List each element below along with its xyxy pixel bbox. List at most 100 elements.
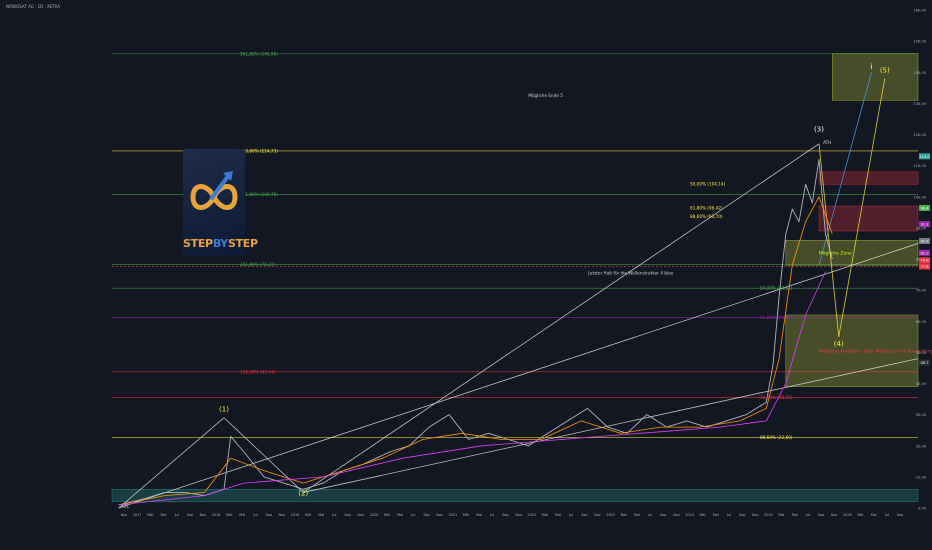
x-tick-29: Sep [502, 513, 508, 517]
y-tick-15: 150.00 [913, 40, 926, 44]
x-tick-46: Jul [726, 513, 731, 517]
x-tick-43: 2024 [685, 513, 694, 517]
x-tick-0: Nov [121, 513, 128, 517]
x-tick-36: Nov [594, 513, 601, 517]
price-tag-text-1: 96.4 [920, 206, 929, 210]
x-tick-3: Mai [160, 513, 166, 517]
chart-canvas[interactable]: Mögliche ZoneMögliche Korrektur- bzw. We… [0, 0, 932, 550]
y-tick-7: 70.00 [916, 289, 927, 293]
x-tick-39: Mai [634, 513, 640, 517]
step-by-step-logo: STEPBYSTEP [183, 149, 258, 256]
price-tag-text-0: 113.0 [919, 155, 930, 159]
x-tick-18: Nov [357, 513, 364, 517]
wave-label-1: (2) [298, 490, 308, 498]
x-tick-28: Jul [489, 513, 494, 517]
wave-label-3: (4) [834, 340, 844, 348]
mini-fib-label-0: 50,00% (104,14) [690, 181, 726, 186]
fib-label-3: 261,80% (78,22) [240, 262, 276, 267]
x-tick-56: Mär [857, 513, 864, 517]
zone-rect-3 [818, 171, 919, 185]
annotation-0: Mögliche Ende 5 [528, 93, 563, 98]
symbol-title: NOWOSAT AG · 1D · XETRA [6, 4, 61, 9]
x-tick-32: Mär [542, 513, 549, 517]
x-tick-49: 2025 [764, 513, 773, 517]
x-tick-24: Nov [436, 513, 443, 517]
y-tick-1: 10.00 [916, 475, 927, 479]
price-tag-text-3: 85.8 [920, 239, 929, 243]
x-tick-15: Mai [318, 513, 324, 517]
trend-line-7 [818, 72, 872, 266]
wave-label-5: i [871, 63, 873, 71]
x-tick-51: Mai [792, 513, 798, 517]
x-tick-41: Sep [660, 513, 666, 517]
x-tick-17: Sep [344, 513, 350, 517]
x-tick-4: Jul [174, 513, 179, 517]
fib-label-6: 138,20% (43,74) [240, 369, 276, 374]
x-tick-2: Mär [147, 513, 154, 517]
x-tick-45: Mai [713, 513, 719, 517]
wave-label-4: (5) [880, 66, 890, 74]
annotation-3: ATL [122, 504, 130, 509]
fib-label-1: 423,60% (114,73) [240, 148, 278, 153]
x-tick-48: Nov [752, 513, 759, 517]
y-tick-3: 30.00 [916, 413, 927, 417]
x-tick-38: Mär [621, 513, 628, 517]
x-tick-30: Nov [515, 513, 522, 517]
x-tick-10: Jul [252, 513, 257, 517]
x-tick-27: Mai [476, 513, 482, 517]
y-tick-5: 50.00 [916, 351, 927, 355]
x-tick-19: 2020 [370, 513, 379, 517]
price-tag-text-6: 77.6 [920, 265, 929, 269]
x-tick-20: Mär [384, 513, 391, 517]
x-tick-59: Sep [897, 513, 903, 517]
annotation-1: Letzter Halt für die Wellenstruktur 4 bl… [588, 271, 674, 276]
y-tick-11: 110.00 [913, 164, 926, 168]
x-tick-25: 2021 [448, 513, 457, 517]
zone-label-1: Mögliche Zone [819, 250, 852, 256]
x-tick-1: 2017 [133, 513, 142, 517]
annotation-2: ATH [823, 140, 831, 145]
y-tick-10: 100.00 [913, 195, 926, 199]
fib-label-5: 61,80% (61,14) [760, 315, 793, 320]
x-tick-6: Nov [200, 513, 207, 517]
y-tick-13: 130.00 [913, 102, 926, 106]
fib-label-0: 561,80% (145,90) [240, 51, 278, 56]
x-tick-11: Sep [265, 513, 271, 517]
x-tick-5: Sep [187, 513, 193, 517]
price-tag-text-7: 46.7 [920, 361, 928, 365]
fib-label-4: 50,00% (70,61) [760, 286, 793, 291]
x-tick-54: Nov [831, 513, 838, 517]
x-tick-57: Mai [871, 513, 877, 517]
zones-layer [111, 53, 919, 503]
x-tick-8: Mär [226, 513, 233, 517]
x-tick-34: Jul [568, 513, 573, 517]
x-tick-31: 2022 [527, 513, 536, 517]
mini-fib-label-1: 61,80% (96,42) [690, 205, 723, 210]
x-tick-52: Jul [805, 513, 810, 517]
y-tick-6: 60.00 [916, 320, 927, 324]
x-tick-47: Sep [739, 513, 745, 517]
x-tick-33: Mai [555, 513, 561, 517]
x-tick-44: Mär [700, 513, 707, 517]
wave-label-0: (1) [219, 406, 229, 414]
mini-fib-label-2: 88,60% (93,70) [690, 214, 723, 219]
y-tick-0: 0.00 [918, 507, 927, 511]
x-tick-40: Jul [647, 513, 652, 517]
x-tick-14: Mär [305, 513, 312, 517]
trend-line-6 [303, 358, 919, 493]
time-axis[interactable]: Nov 2017 Mär Mai Jul Sep Nov 2018 Mär Mai Jul Sep No… [121, 513, 904, 517]
fib-label-2: 361,80% (100,70) [240, 192, 278, 197]
annotations-layer: Mögliche ZoneMögliche Korrektur- bzw. We… [122, 51, 932, 509]
x-tick-50: Mär [778, 513, 785, 517]
x-tick-58: Jul [884, 513, 889, 517]
x-tick-7: 2018 [212, 513, 221, 517]
x-tick-22: Jul [410, 513, 415, 517]
zone-rect-0 [831, 53, 919, 101]
price-tag-text-5: 79.6 [920, 259, 929, 263]
series-line-2 [118, 271, 826, 506]
trend-line-2 [303, 143, 820, 493]
fib-label-7: 78,60% (35,55) [760, 395, 793, 400]
y-tick-12: 120.00 [913, 133, 926, 137]
x-tick-55: 2026 [843, 513, 852, 517]
logo-text: STEPBYSTEP [183, 237, 258, 250]
